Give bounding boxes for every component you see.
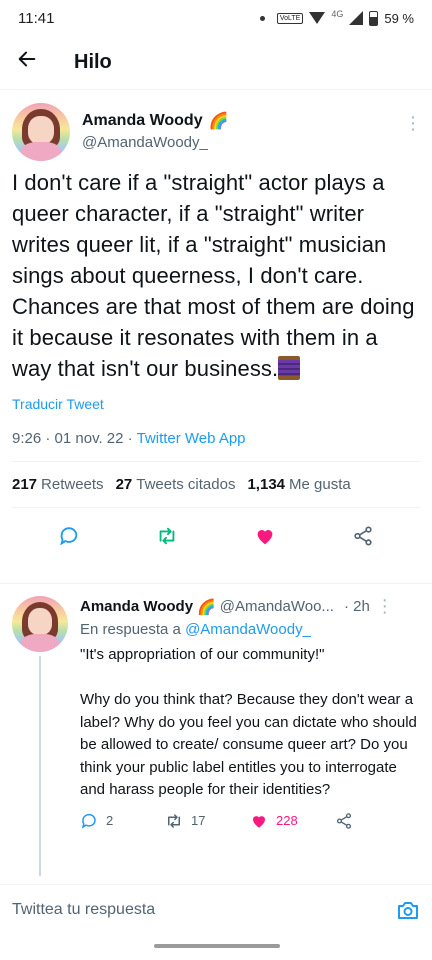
reply-compose-bar[interactable]: Twittea tu respuesta [0, 884, 432, 934]
retweet-icon [168, 813, 180, 828]
page-title: Hilo [74, 51, 112, 73]
reply-to-mention[interactable]: @AmandaWoody_ [185, 621, 311, 638]
tweet-source-link[interactable]: Twitter Web App [137, 430, 246, 447]
reply-icon[interactable] [55, 522, 83, 550]
reply-actions: 2 17 228 [80, 812, 420, 830]
like-icon[interactable] [251, 522, 279, 550]
reply-to-prefix: En respuesta a [80, 621, 181, 638]
rainbow-icon: 🌈 [208, 113, 229, 130]
signal-icon [349, 11, 364, 25]
retweets-label: Retweets [41, 476, 104, 493]
tweet-text: I don't care if a "straight" actor plays… [0, 161, 432, 384]
reply-input[interactable]: Twittea tu respuesta [12, 901, 396, 919]
likes-label: Me gusta [289, 476, 351, 493]
reply-to-line: En respuesta a @AmandaWoody_ [80, 621, 420, 638]
reply-tweet[interactable]: Amanda Woody 🌈 @AmandaWoo... · 2h ⋮ En r… [0, 583, 432, 883]
reply-author-handle: @AmandaWoo... [219, 598, 334, 615]
reply-text: "It's appropriation of our community!" W… [80, 646, 417, 798]
reply-reply-button[interactable]: 2 [80, 812, 165, 830]
like-icon [253, 815, 265, 828]
status-time: 11:41 [18, 9, 55, 27]
retweets-count: 217 [12, 476, 38, 493]
quotes-label: Tweets citados [136, 476, 236, 493]
avatar[interactable] [12, 596, 68, 652]
reply-like-button[interactable]: 228 [250, 812, 335, 830]
reply-author-name: Amanda Woody [80, 598, 194, 615]
like-count: 228 [276, 813, 298, 828]
reply-header: Amanda Woody 🌈 @AmandaWoo... · 2h ⋮ [80, 596, 420, 617]
thread-line [39, 656, 41, 876]
gesture-nav-bar[interactable] [154, 944, 280, 948]
status-bar: 11:41 VoLTE 4G 59 % [0, 0, 432, 36]
more-options-icon[interactable]: ⋮ [404, 103, 422, 161]
author-handle: @AmandaWoody_ [82, 134, 208, 151]
more-options-icon[interactable]: ⋮ [376, 596, 394, 617]
battery-percent: 59 % [384, 10, 414, 26]
likes-stat[interactable]: 1,134 Me gusta [247, 476, 350, 493]
reply-time: · 2h [343, 598, 370, 615]
avatar[interactable] [12, 103, 70, 161]
tweet-time: 9:26 [12, 430, 42, 447]
author-name-text: Amanda Woody [82, 112, 203, 129]
reply-share-button[interactable] [335, 812, 420, 830]
tweet-body: I don't care if a "straight" actor plays… [12, 170, 415, 381]
translate-link[interactable]: Traducir Tweet [0, 384, 432, 412]
author-name: Amanda Woody 🌈 [82, 111, 404, 131]
app-bar: Hilo [0, 36, 432, 90]
share-icon [336, 812, 352, 829]
likes-count: 1,134 [247, 476, 286, 493]
retweet-count: 17 [191, 813, 206, 828]
retweet-icon[interactable] [153, 522, 181, 550]
tweet-actions [0, 508, 432, 564]
thread-spool-icon [278, 356, 301, 380]
camera-icon[interactable] [396, 898, 420, 922]
wifi-icon [309, 12, 326, 24]
reply-count: 2 [106, 813, 114, 828]
arrow-left-icon[interactable] [16, 48, 56, 77]
reply-icon [81, 813, 96, 829]
main-tweet-header: Amanda Woody 🌈 @AmandaWoody_ ⋮ [0, 91, 432, 161]
quotes-count: 27 [115, 476, 133, 493]
reply-retweet-button[interactable]: 17 [165, 812, 250, 830]
tweet-date: 01 nov. 22 [54, 430, 124, 447]
volte-icon: VoLTE [276, 12, 304, 24]
tweet-meta: 9:26 · 01 nov. 22 · Twitter Web App [12, 430, 246, 447]
tweet-stats: 217 Retweets 27 Tweets citados 1,134 Me gus… [0, 462, 432, 507]
quotes-stat[interactable]: 27 Tweets citados [116, 476, 236, 493]
author-info[interactable]: Amanda Woody 🌈 @AmandaWoody_ [82, 103, 404, 161]
battery-icon [369, 10, 379, 26]
rainbow-icon: 🌈 [197, 598, 216, 616]
status-icons: VoLTE 4G 59 % [259, 9, 414, 26]
retweets-stat[interactable]: 217 Retweets [12, 476, 104, 493]
reply-content: Amanda Woody 🌈 @AmandaWoo... · 2h ⋮ En r… [80, 596, 420, 830]
main-tweet: Amanda Woody 🌈 @AmandaWoody_ ⋮ I don't c… [0, 91, 432, 564]
share-icon[interactable] [349, 522, 377, 550]
notification-dot-icon [259, 15, 265, 21]
reply-time-value: 2h [353, 598, 370, 615]
network-label: 4G [331, 9, 344, 19]
